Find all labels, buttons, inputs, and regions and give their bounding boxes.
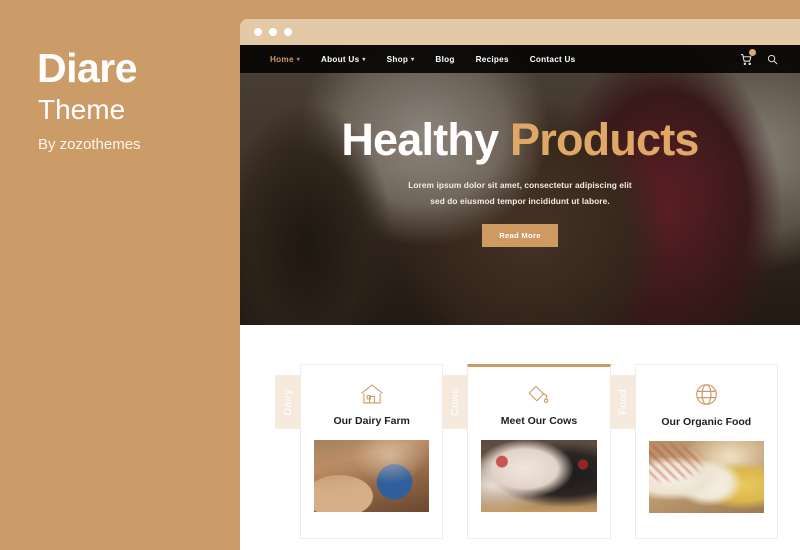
card-tab-dairy: Dairy <box>275 375 301 429</box>
card-image-cows <box>481 440 597 512</box>
hero-title-primary: Healthy <box>341 114 499 165</box>
search-icon[interactable] <box>767 54 778 65</box>
nav-item-home[interactable]: Home ▾ <box>270 55 300 64</box>
hero-title: Healthy Products <box>240 116 800 163</box>
window-minimize-dot[interactable] <box>269 28 277 36</box>
brand-author: By zozothemes <box>38 136 141 153</box>
hero-subtitle-line-1: Lorem ipsum dolor sit amet, consectetur … <box>408 180 632 191</box>
nav-actions <box>740 48 778 66</box>
chevron-down-icon: ▾ <box>296 56 301 63</box>
feature-cards-row: Dairy Our Dairy Farm Cows Meet Our Cows … <box>240 325 800 539</box>
globe-icon <box>695 384 717 405</box>
nav-item-label: Blog <box>435 54 455 64</box>
card-tab-label: Cows <box>449 388 462 416</box>
feature-card-dairy[interactable]: Dairy Our Dairy Farm <box>275 364 444 539</box>
card-tab-label: Food <box>616 389 629 415</box>
nav-item-shop[interactable]: Shop ▾ <box>387 55 415 64</box>
hero-subtitle: Lorem ipsum dolor sit amet, consectetur … <box>240 178 800 209</box>
card-image-organic-food <box>648 441 764 513</box>
nav-item-label: Recipes <box>475 54 509 64</box>
brand-title: Diare <box>37 45 138 91</box>
card-tab-food: Food <box>609 375 636 429</box>
card-icon-wrapper <box>649 382 764 407</box>
card-title: Our Dairy Farm <box>333 415 410 427</box>
card-title: Our Organic Food <box>661 416 752 428</box>
nav-item-label: About Us <box>321 54 360 64</box>
hero-content: Healthy Products Lorem ipsum dolor sit a… <box>240 73 800 247</box>
card-title: Meet Our Cows <box>500 415 578 427</box>
card-icon-wrapper <box>481 382 596 406</box>
barn-icon <box>360 384 383 404</box>
card-tab-cows: Cows <box>442 375 469 429</box>
window-maximize-dot[interactable] <box>284 28 292 36</box>
nav-item-contact-us[interactable]: Contact Us <box>530 55 576 64</box>
nav-item-label: Home <box>270 54 294 64</box>
milk-pail-icon <box>528 385 549 403</box>
nav-item-blog[interactable]: Blog <box>435 55 454 64</box>
chevron-down-icon: ▾ <box>411 56 415 63</box>
cart-button[interactable] <box>740 48 756 66</box>
hero-title-accent: Products <box>510 114 699 165</box>
feature-card-cows[interactable]: Cows Meet Our Cows <box>442 364 611 539</box>
card-image-dairy-farm <box>314 440 430 512</box>
main-navigation: Home ▾ About Us ▾ Shop ▾ Blog Recipes Co… <box>240 45 800 73</box>
read-more-button[interactable]: Read More <box>482 223 558 247</box>
card-icon-wrapper <box>314 382 429 406</box>
card-tab-label: Dairy <box>282 388 294 416</box>
desktop-browser-mockup: Home ▾ About Us ▾ Shop ▾ Blog Recipes Co… <box>240 19 800 550</box>
chevron-down-icon: ▾ <box>362 56 366 63</box>
brand-panel: Diare Theme By zozothemes <box>0 0 240 550</box>
desktop-titlebar <box>240 19 800 45</box>
hero-section: Home ▾ About Us ▾ Shop ▾ Blog Recipes Co… <box>240 45 800 325</box>
brand-subtitle: Theme <box>38 94 126 125</box>
feature-card-food[interactable]: Food Our Organic Food <box>609 364 778 539</box>
cart-count-badge <box>749 48 756 56</box>
window-close-dot[interactable] <box>254 28 262 36</box>
nav-items: Home ▾ About Us ▾ Shop ▾ Blog Recipes Co… <box>270 55 575 64</box>
nav-item-label: Contact Us <box>529 54 576 64</box>
nav-item-label: Shop <box>386 54 409 64</box>
nav-item-recipes[interactable]: Recipes <box>476 55 509 64</box>
hero-subtitle-line-2: sed do eiusmod tempor incididunt ut labo… <box>430 195 610 206</box>
nav-item-about-us[interactable]: About Us ▾ <box>321 55 366 64</box>
